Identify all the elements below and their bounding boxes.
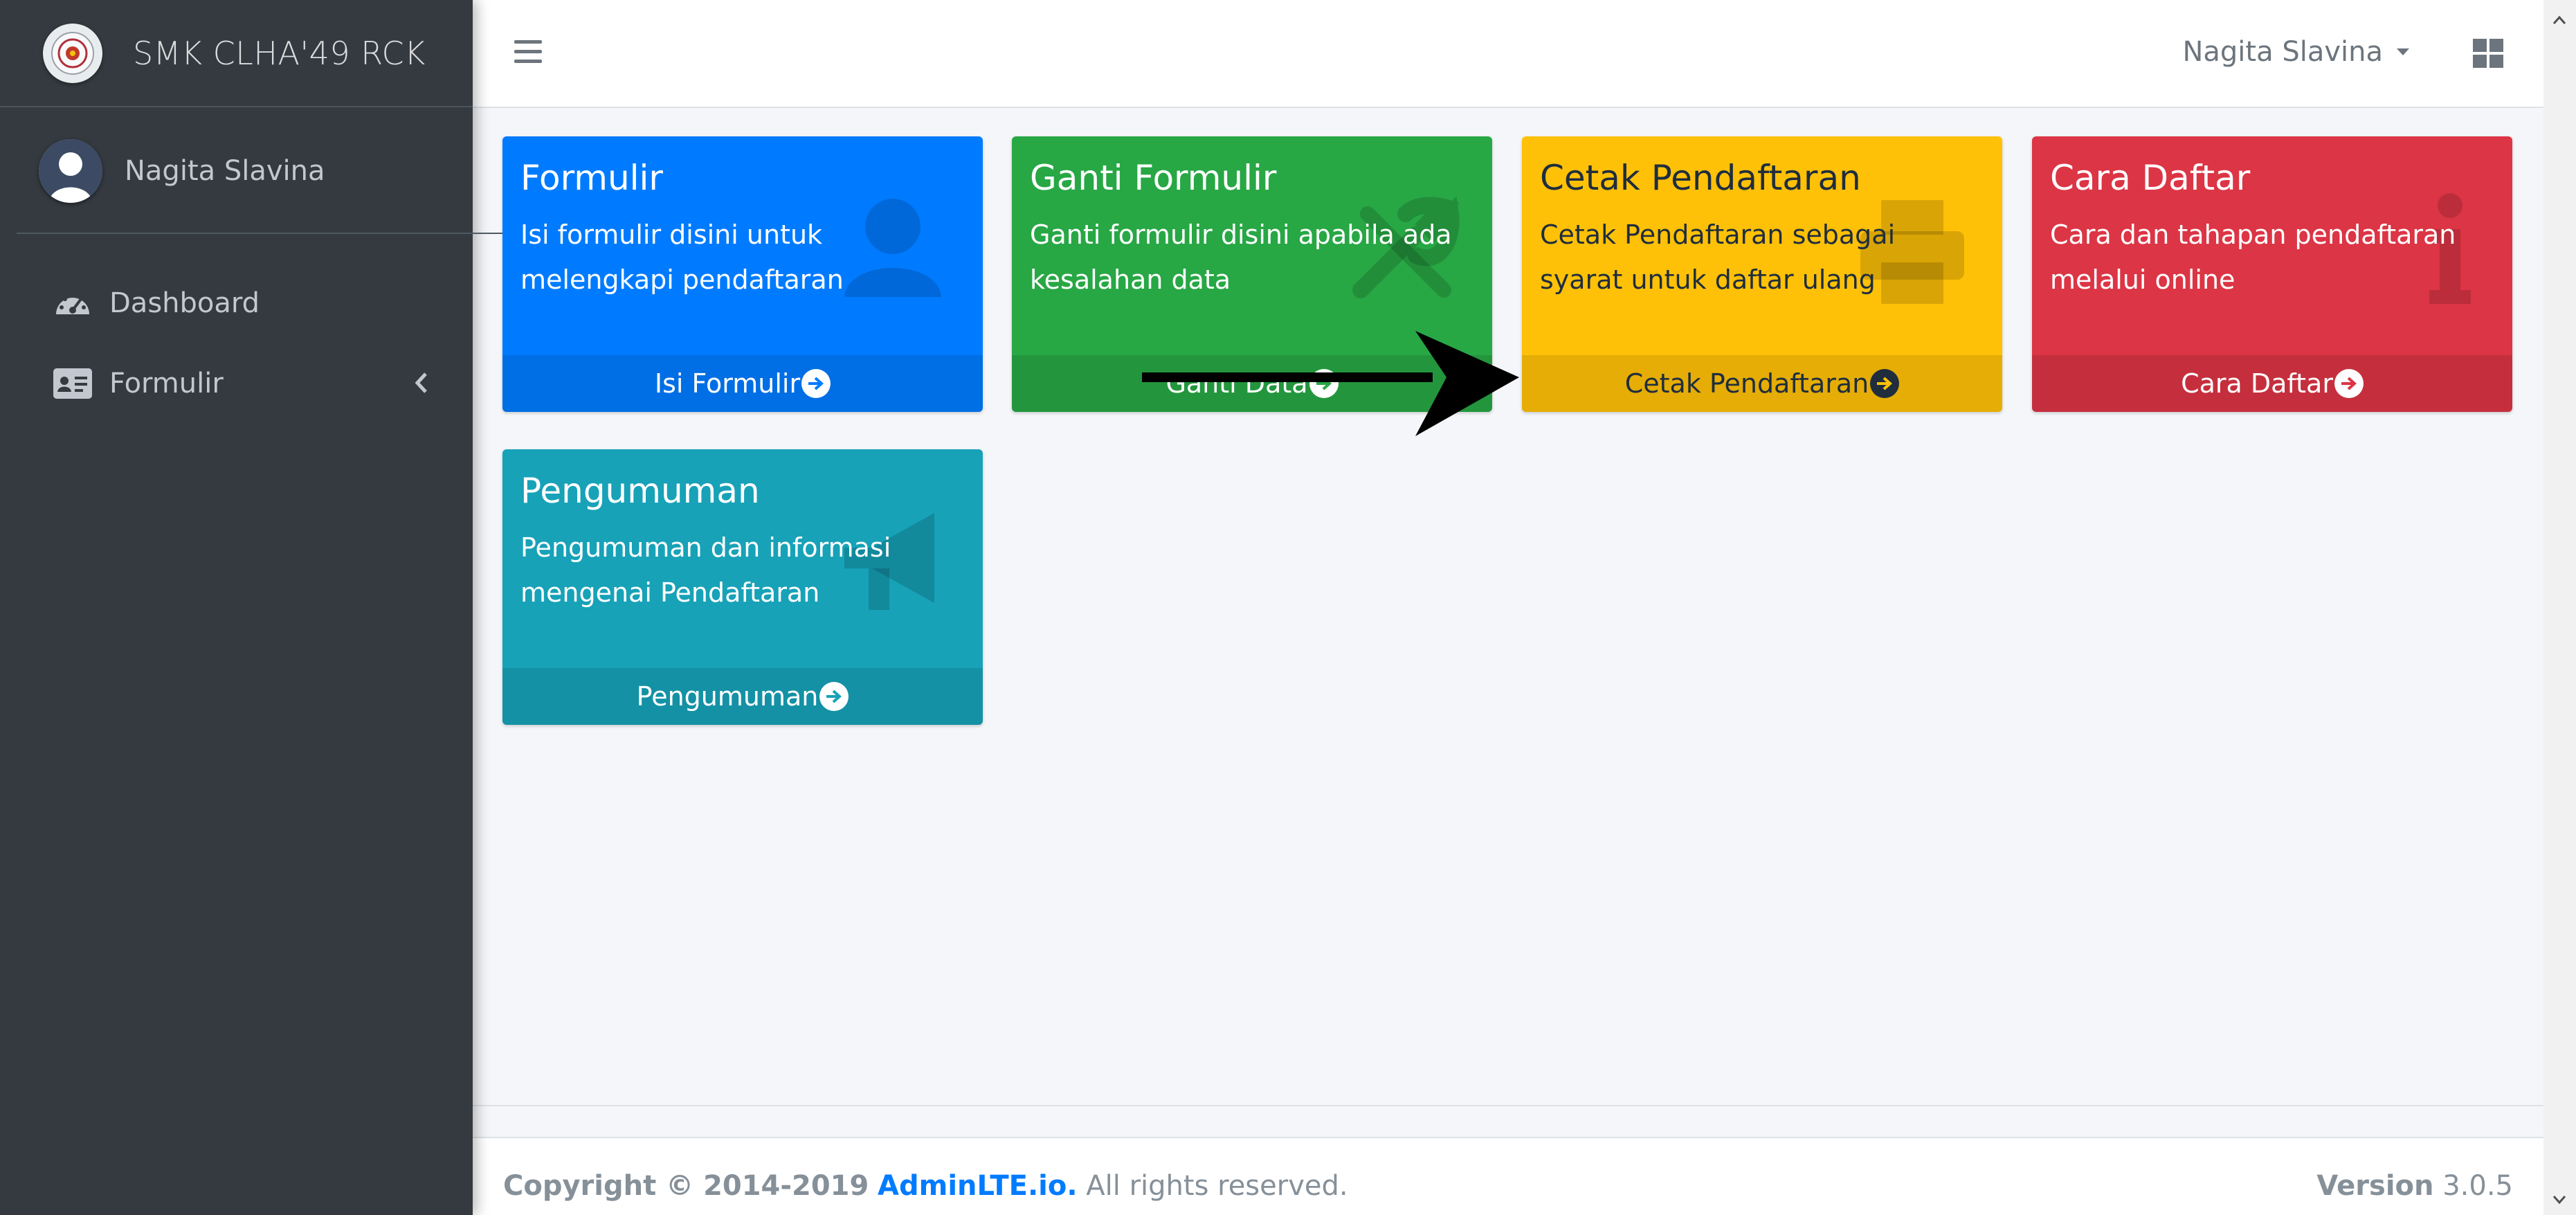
arrow-circle-right-icon bbox=[819, 682, 849, 711]
chevron-left-icon bbox=[413, 370, 428, 402]
box-text: Isi formulir disini untuk melengkapi pen… bbox=[520, 219, 844, 295]
scroll-up-icon[interactable] bbox=[2552, 7, 2566, 30]
small-box-cetak-pendaftaran: Cetak Pendaftaran Cetak Pendaftaran seba… bbox=[1522, 136, 2002, 412]
annotation-arrow-icon bbox=[1142, 331, 1519, 436]
sidebar-item-label: Formulir bbox=[109, 368, 224, 399]
control-sidebar-grid-icon[interactable] bbox=[2473, 39, 2503, 68]
id-card-icon bbox=[53, 363, 93, 404]
box-footer-label: Isi Formulir bbox=[654, 368, 801, 399]
arrow-circle-right-icon bbox=[2334, 369, 2364, 398]
brand-title: SMK CLHA'49 RCK bbox=[133, 34, 426, 72]
tachometer-icon bbox=[53, 283, 93, 323]
user-panel[interactable]: Nagita Slavina bbox=[0, 107, 473, 235]
sidebar: SMK CLHA'49 RCK Nagita Slavina Dashboard… bbox=[0, 0, 502, 1215]
school-logo-icon bbox=[43, 23, 102, 83]
arrow-circle-right-icon bbox=[1870, 369, 1900, 398]
box-footer-link[interactable]: Pengumuman bbox=[502, 668, 983, 725]
rights-text: All rights reserved. bbox=[1086, 1170, 1348, 1202]
sidebar-item-dashboard[interactable]: Dashboard bbox=[0, 263, 473, 343]
menu-toggle-icon[interactable] bbox=[514, 40, 542, 64]
box-text: Ganti formulir disini apabila ada kesala… bbox=[1030, 219, 1452, 295]
box-text: Pengumuman dan informasi mengenai Pendaf… bbox=[520, 532, 891, 608]
small-box-cara-daftar: Cara Daftar Cara dan tahapan pendaftaran… bbox=[2032, 136, 2512, 412]
top-navbar: Nagita Slavina bbox=[473, 0, 2543, 108]
box-text: Cara dan tahapan pendaftaran melalui onl… bbox=[2050, 219, 2456, 295]
sidebar-user-name[interactable]: Nagita Slavina bbox=[125, 155, 325, 187]
box-footer-link[interactable]: Cara Daftar bbox=[2032, 355, 2512, 412]
box-footer-label: Cetak Pendaftaran bbox=[1624, 368, 1869, 399]
sidebar-item-formulir[interactable]: Formulir bbox=[0, 343, 473, 424]
arrow-circle-right-icon bbox=[801, 369, 831, 398]
vertical-scrollbar[interactable] bbox=[2543, 0, 2576, 1215]
box-footer-label: Pengumuman bbox=[636, 681, 819, 712]
copyright-text: Copyright © 2014-2019 AdminLTE.io. All r… bbox=[503, 1170, 1348, 1202]
user-panel-divider bbox=[17, 233, 502, 234]
brand-link[interactable]: SMK CLHA'49 RCK bbox=[0, 0, 473, 107]
user-dropdown[interactable]: Nagita Slavina bbox=[2182, 36, 2409, 68]
version-label: Version bbox=[2316, 1170, 2434, 1202]
scroll-down-icon[interactable] bbox=[2552, 1187, 2566, 1209]
box-footer-label: Cara Daftar bbox=[2181, 368, 2333, 399]
box-footer-link[interactable]: Cetak Pendaftaran bbox=[1522, 355, 2002, 412]
page-footer: Copyright © 2014-2019 AdminLTE.io. All r… bbox=[473, 1105, 2543, 1215]
box-text: Cetak Pendaftaran sebagai syarat untuk d… bbox=[1540, 219, 1896, 295]
sidebar-item-label: Dashboard bbox=[109, 287, 260, 319]
sidebar-nav: Dashboard Formulir bbox=[0, 263, 473, 424]
copyright-prefix: Copyright © 2014-2019 bbox=[503, 1170, 869, 1202]
small-box-formulir: Formulir Isi formulir disini untuk melen… bbox=[502, 136, 983, 412]
version-text: Version 3.0.5 bbox=[2316, 1170, 2513, 1202]
small-box-pengumuman: Pengumuman Pengumuman dan informasi meng… bbox=[502, 449, 983, 725]
adminlte-link[interactable]: AdminLTE.io. bbox=[878, 1170, 1078, 1202]
header-user-name: Nagita Slavina bbox=[2182, 36, 2383, 68]
box-footer-link[interactable]: Isi Formulir bbox=[502, 355, 983, 412]
caret-down-icon bbox=[2397, 48, 2409, 55]
version-value: 3.0.5 bbox=[2442, 1170, 2513, 1202]
avatar bbox=[39, 139, 102, 203]
